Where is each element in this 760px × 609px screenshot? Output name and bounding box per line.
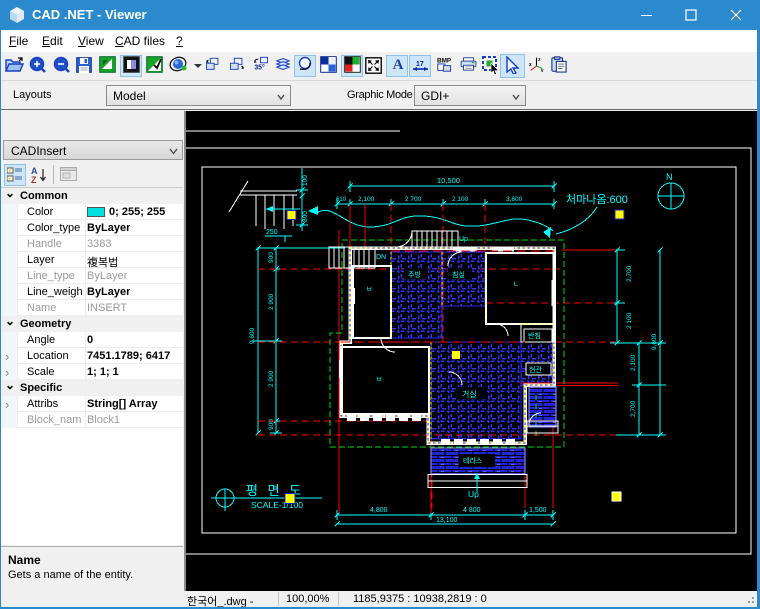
- svg-text:반침: 반침: [528, 331, 541, 340]
- svg-text:처마나옴:600: 처마나옴:600: [566, 193, 628, 206]
- svg-text:ㄴ: ㄴ: [513, 281, 519, 288]
- svg-text:Z: Z: [31, 175, 37, 184]
- svg-text:2 100: 2 100: [626, 312, 633, 329]
- svg-text:z: z: [538, 57, 541, 63]
- svg-text:4,800: 4,800: [370, 507, 388, 514]
- svg-text:13,100: 13,100: [436, 517, 458, 524]
- svg-text:테라스: 테라스: [463, 456, 483, 465]
- svg-text:17: 17: [416, 61, 424, 68]
- svg-text:2 900: 2 900: [268, 293, 275, 310]
- svg-text:3,600: 3,600: [506, 196, 523, 203]
- svg-text:ㅂ: ㅂ: [376, 376, 382, 383]
- svg-text:현관: 현관: [529, 365, 542, 374]
- svg-text:2,700: 2,700: [626, 265, 633, 282]
- svg-text:2,100: 2,100: [630, 354, 637, 371]
- svg-text:250: 250: [266, 229, 278, 236]
- svg-text:4 800: 4 800: [463, 507, 481, 514]
- svg-text:침실: 침실: [452, 270, 465, 279]
- svg-text:610: 610: [336, 197, 347, 203]
- svg-text:DN: DN: [376, 254, 386, 261]
- svg-text:900: 900: [268, 252, 275, 263]
- svg-text:100: 100: [302, 175, 309, 186]
- svg-text:1,500: 1,500: [529, 507, 547, 514]
- svg-text:거실: 거실: [462, 389, 477, 399]
- svg-text:35°: 35°: [254, 63, 265, 71]
- svg-text:2 900: 2 900: [268, 370, 275, 387]
- svg-text:9,600: 9,600: [651, 333, 658, 350]
- svg-text:9,600: 9,600: [249, 327, 256, 344]
- svg-text:10,500: 10,500: [437, 176, 460, 185]
- svg-text:2,700: 2,700: [630, 400, 637, 417]
- svg-text:BMP: BMP: [437, 57, 452, 64]
- svg-text:2,100: 2,100: [358, 196, 375, 203]
- svg-text:2 700: 2 700: [405, 196, 422, 203]
- svg-text:900: 900: [268, 419, 275, 430]
- svg-text:800: 800: [302, 211, 309, 222]
- svg-text:주방: 주방: [408, 270, 421, 279]
- svg-text:2 100: 2 100: [452, 196, 469, 203]
- svg-text:Up: Up: [468, 489, 479, 499]
- svg-text:ㅂ: ㅂ: [366, 286, 372, 293]
- svg-text:y: y: [541, 68, 544, 72]
- svg-text:x: x: [529, 62, 532, 68]
- svg-text:Up: Up: [459, 236, 468, 243]
- svg-text:N: N: [666, 172, 673, 182]
